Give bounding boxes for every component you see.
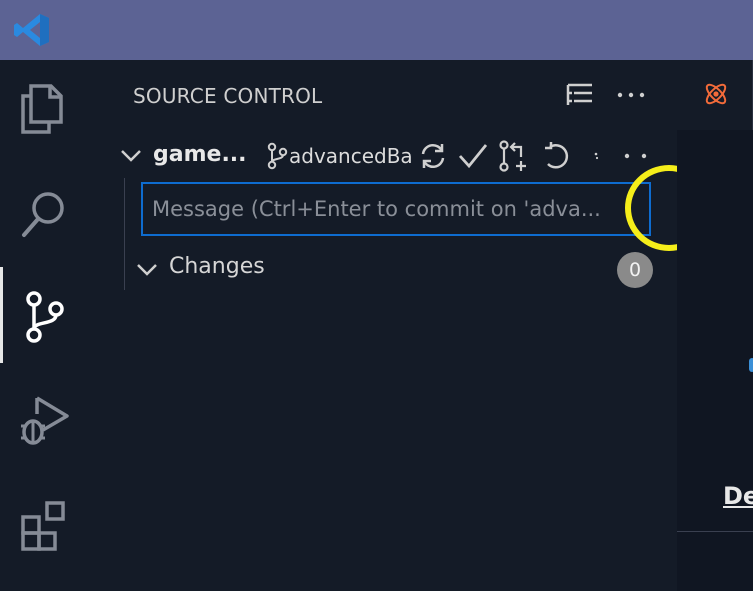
branch-name[interactable]: advancedBa bbox=[289, 144, 413, 168]
changes-count-badge: 0 bbox=[617, 252, 653, 288]
chevron-down-icon[interactable] bbox=[136, 258, 158, 284]
activity-search[interactable] bbox=[0, 163, 80, 263]
active-indicator bbox=[0, 267, 3, 363]
activity-run-debug[interactable] bbox=[0, 370, 80, 470]
editor-decoration bbox=[749, 358, 753, 372]
activity-bar bbox=[0, 60, 80, 591]
title-bar bbox=[0, 0, 753, 60]
explorer-icon bbox=[21, 84, 63, 134]
react-icon[interactable] bbox=[702, 80, 730, 112]
repository-name: game... bbox=[153, 142, 247, 167]
activity-extensions[interactable] bbox=[0, 475, 80, 575]
view-as-tree-icon[interactable] bbox=[565, 80, 595, 110]
branch-icon bbox=[266, 142, 288, 174]
vscode-logo-icon bbox=[13, 12, 51, 48]
chevron-down-icon[interactable] bbox=[120, 144, 142, 170]
search-icon bbox=[22, 192, 64, 237]
commit-message-input[interactable] bbox=[141, 182, 651, 236]
activity-source-control[interactable] bbox=[0, 267, 80, 367]
sync-icon[interactable] bbox=[416, 139, 450, 173]
extensions-icon bbox=[21, 501, 65, 551]
editor-divider bbox=[677, 531, 753, 532]
pull-request-icon[interactable] bbox=[496, 139, 530, 173]
editor-content: De bbox=[677, 130, 753, 591]
activity-explorer[interactable] bbox=[0, 60, 80, 160]
changes-label: Changes bbox=[169, 254, 265, 279]
editor-partial-text[interactable]: De bbox=[723, 482, 753, 510]
more-icon[interactable] bbox=[620, 139, 654, 173]
more-actions-icon[interactable] bbox=[616, 80, 646, 110]
refresh-icon[interactable] bbox=[540, 139, 574, 173]
source-control-panel: SOURCE CONTROL game... advancedBa Messag… bbox=[80, 60, 713, 591]
loading-icon bbox=[580, 139, 614, 173]
run-debug-icon bbox=[21, 396, 69, 445]
source-control-icon bbox=[26, 291, 64, 343]
changes-group[interactable]: Changes 0 bbox=[80, 250, 677, 290]
editor-area: De bbox=[677, 60, 753, 591]
panel-title: SOURCE CONTROL bbox=[133, 84, 323, 108]
commit-check-icon[interactable] bbox=[456, 139, 490, 173]
repository-row[interactable]: game... advancedBa bbox=[80, 136, 677, 176]
